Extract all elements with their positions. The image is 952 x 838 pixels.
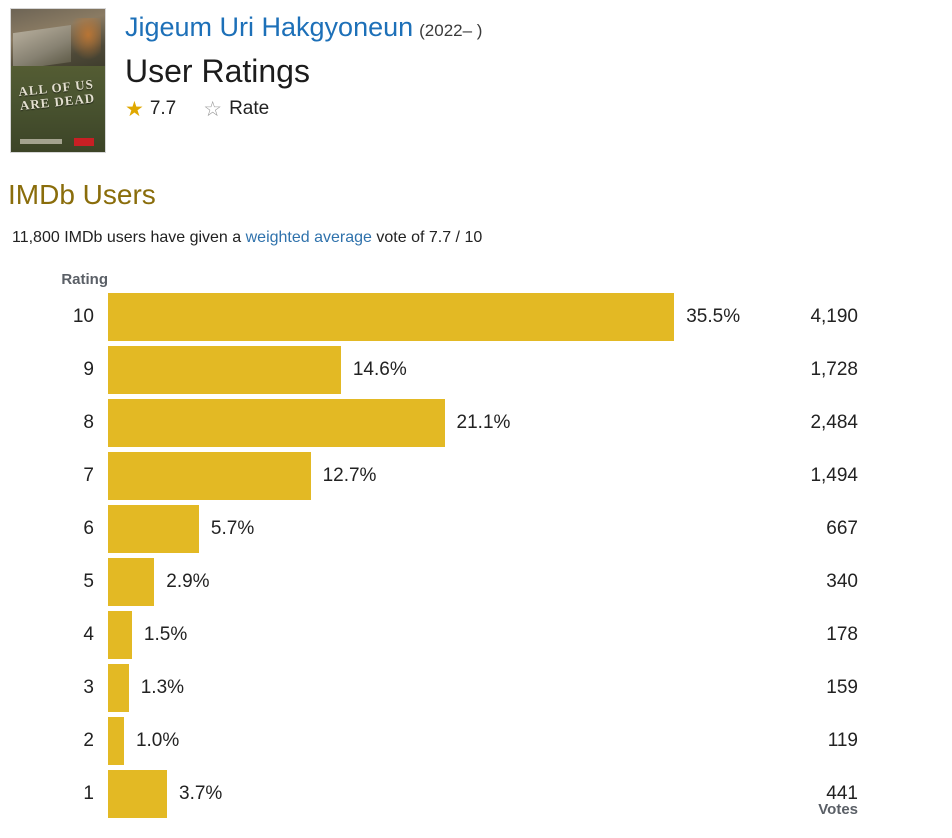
summary-prefix: 11,800 IMDb users have given a <box>12 229 246 246</box>
rating-label: 10 <box>72 306 94 327</box>
rating-bar[interactable] <box>108 664 129 712</box>
ratings-histogram: Rating Votes 10 35.5% 4,190 9 14.6% 1,728 8 21.… <box>0 266 952 818</box>
rating-row[interactable]: 9 14.6% 1,728 <box>0 346 952 394</box>
percent-label: 2.9% <box>166 571 210 592</box>
rating-bar[interactable] <box>108 293 675 341</box>
percent-label: 5.7% <box>210 518 255 539</box>
rating-label: 5 <box>83 571 94 592</box>
netflix-logo-icon <box>73 138 94 146</box>
rate-button-label: Rate <box>229 98 270 119</box>
ratings-rows: 10 35.5% 4,190 9 14.6% 1,728 8 21.1% 2,484 7 12.7%… <box>0 293 952 818</box>
rating-label: 1 <box>83 783 94 804</box>
title-year: (2022– ) <box>419 21 483 40</box>
percent-label: 1.3% <box>140 677 185 698</box>
percent-label: 21.1% <box>456 412 511 433</box>
rating-label: 8 <box>83 412 94 433</box>
rating-row[interactable]: 5 2.9% 340 <box>0 558 952 606</box>
movie-title-link[interactable]: Jigeum Uri Hakgyoneun <box>125 12 413 42</box>
rating-label: 9 <box>83 359 94 380</box>
weighted-average-link[interactable]: weighted average <box>246 229 372 246</box>
rating-row[interactable]: 7 12.7% 1,494 <box>0 452 952 500</box>
rating-label: 4 <box>83 624 94 645</box>
poster-smoke <box>69 17 101 61</box>
rating-label: 2 <box>83 730 94 751</box>
rating-row[interactable]: 1 3.7% 441 <box>0 770 952 818</box>
votes-count: 159 <box>826 677 858 698</box>
votes-count: 178 <box>826 624 858 645</box>
rating-bar[interactable] <box>108 770 167 818</box>
percent-label: 1.5% <box>143 624 188 645</box>
page-header: ALL OF US ARE DEAD Jigeum Uri Hakgyoneun… <box>0 0 952 153</box>
summary-suffix: vote of 7.7 / 10 <box>371 229 483 246</box>
votes-summary-text: 11,800 IMDb users have given a weighted … <box>12 228 952 248</box>
section-heading-imdb-users: IMDb Users <box>8 179 156 210</box>
votes-count: 340 <box>826 571 858 592</box>
rating-row[interactable]: 8 21.1% 2,484 <box>0 399 952 447</box>
votes-count: 2,484 <box>810 412 858 433</box>
rating-bar[interactable] <box>108 611 132 659</box>
average-rating-value: 7.7 <box>149 98 177 119</box>
rating-bar[interactable] <box>108 717 124 765</box>
rating-bar[interactable] <box>108 452 311 500</box>
votes-count: 1,494 <box>810 465 858 486</box>
percent-label: 14.6% <box>352 359 407 380</box>
star-filled-icon: ★ <box>125 97 144 121</box>
rating-row[interactable]: 6 5.7% 667 <box>0 505 952 553</box>
rating-label: 3 <box>83 677 94 698</box>
star-outline-icon: ☆ <box>203 97 223 121</box>
percent-label: 1.0% <box>135 730 180 751</box>
movie-poster-thumbnail[interactable]: ALL OF US ARE DEAD <box>10 8 106 153</box>
votes-count: 119 <box>827 730 858 751</box>
rating-summary-line: ★ 7.7 ☆ Rate <box>125 95 482 123</box>
chart-column-headers: Rating Votes <box>0 266 952 818</box>
rating-row[interactable]: 2 1.0% 119 <box>0 717 952 765</box>
votes-count: 441 <box>826 783 858 804</box>
votes-count: 1,728 <box>810 359 858 380</box>
votes-count: 4,190 <box>810 306 858 327</box>
rating-row[interactable]: 4 1.5% 178 <box>0 611 952 659</box>
rating-bar[interactable] <box>108 505 199 553</box>
rating-row[interactable]: 3 1.3% 159 <box>0 664 952 712</box>
rating-bar[interactable] <box>108 346 341 394</box>
rating-label: 6 <box>83 518 94 539</box>
percent-label: 35.5% <box>686 306 741 327</box>
rating-bar[interactable] <box>108 399 445 447</box>
rating-bar[interactable] <box>108 558 155 606</box>
page-title: User Ratings <box>125 53 310 89</box>
percent-label: 3.7% <box>179 783 223 804</box>
rating-row[interactable]: 10 35.5% 4,190 <box>0 293 952 341</box>
rate-button[interactable]: ☆ Rate <box>203 98 269 120</box>
header-text-block: Jigeum Uri Hakgyoneun (2022– ) User Ratin… <box>125 8 482 123</box>
column-header-rating: Rating <box>61 271 108 288</box>
title-line: Jigeum Uri Hakgyoneun (2022– ) <box>125 10 482 49</box>
percent-label: 12.7% <box>322 465 377 486</box>
rating-label: 7 <box>83 465 94 486</box>
votes-count: 667 <box>826 518 858 539</box>
